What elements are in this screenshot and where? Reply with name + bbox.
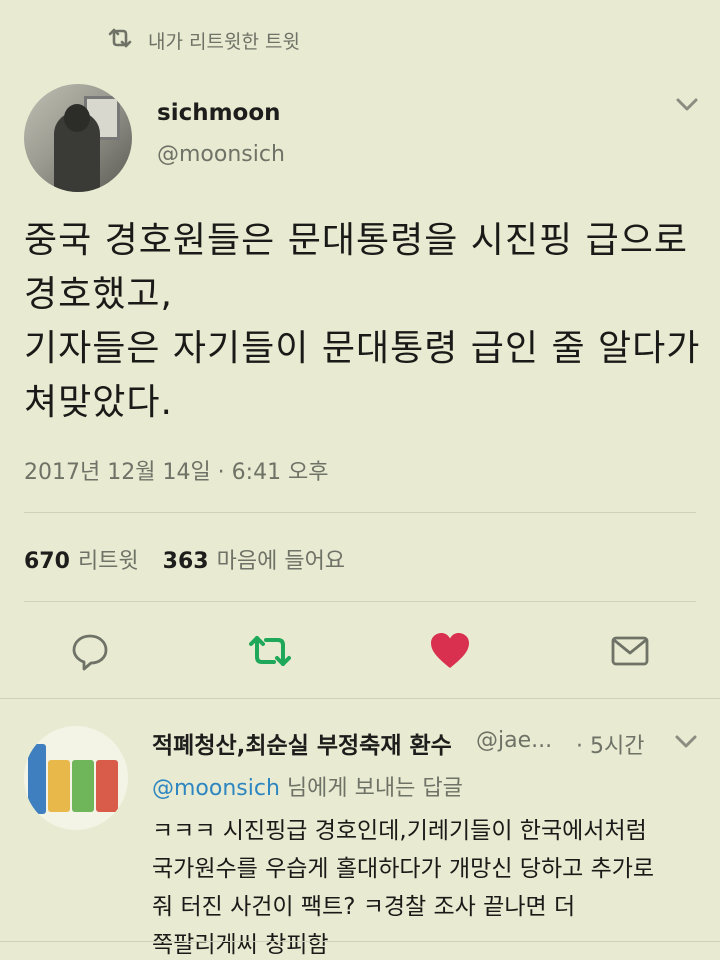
retweet-icon (106, 26, 134, 55)
retweet-stat[interactable]: 670 리트윗 (24, 543, 139, 575)
like-stat[interactable]: 363 마음에 들어요 (163, 543, 345, 575)
retweet-stat-label: 리트윗 (77, 549, 139, 574)
reply-mention-link[interactable]: @moonsich (152, 776, 280, 801)
author-display-name[interactable]: sichmoon (157, 100, 281, 126)
reply-author-name[interactable]: 적폐청산,최순실 부정축재 환수 (152, 726, 452, 760)
like-button[interactable] (426, 628, 474, 674)
divider (24, 601, 696, 602)
like-stat-label: 마음에 들어요 (216, 549, 346, 574)
tweet-actions (0, 628, 720, 676)
reply-button[interactable] (66, 628, 114, 674)
reply-icon (72, 634, 108, 671)
reply-author-avatar[interactable] (24, 726, 128, 830)
chevron-down-icon[interactable] (674, 96, 700, 114)
replying-to: @moonsich 님에게 보내는 답글 (152, 770, 463, 802)
retweet-button[interactable] (246, 628, 294, 674)
retweet-icon (249, 636, 291, 666)
author-avatar[interactable] (24, 84, 132, 192)
tweet-stats: 670 리트윗 363 마음에 들어요 (24, 543, 345, 575)
tweet-text: 중국 경호원들은 문대통령을 시진핑 급으로 경호했고, 기자들은 자기들이 문… (24, 220, 701, 423)
like-count: 363 (162, 549, 209, 574)
retweet-context: 내가 리트윗한 트윗 (106, 24, 300, 56)
divider (0, 941, 720, 942)
envelope-icon (611, 636, 649, 666)
divider (0, 698, 720, 699)
direct-message-button[interactable] (606, 628, 654, 674)
tweet-timestamp: 2017년 12월 14일 · 6:41 오후 (24, 460, 329, 485)
retweet-count: 670 (24, 549, 70, 574)
retweet-context-label: 내가 리트윗한 트윗 (148, 30, 300, 53)
reply-time: · 5시간 (576, 734, 645, 759)
replying-to-suffix: 님에게 보내는 답글 (279, 776, 463, 801)
author-handle[interactable]: @moonsich (157, 142, 285, 167)
reply-author-handle[interactable]: @jae... (476, 728, 552, 753)
divider (24, 512, 696, 513)
reply-text: ㅋㅋㅋ 시진핑급 경호인데,기레기들이 한국에서처럼 국가원수를 우습게 홀대하… (152, 818, 655, 958)
chevron-down-icon[interactable] (674, 734, 698, 750)
heart-icon (431, 633, 469, 668)
